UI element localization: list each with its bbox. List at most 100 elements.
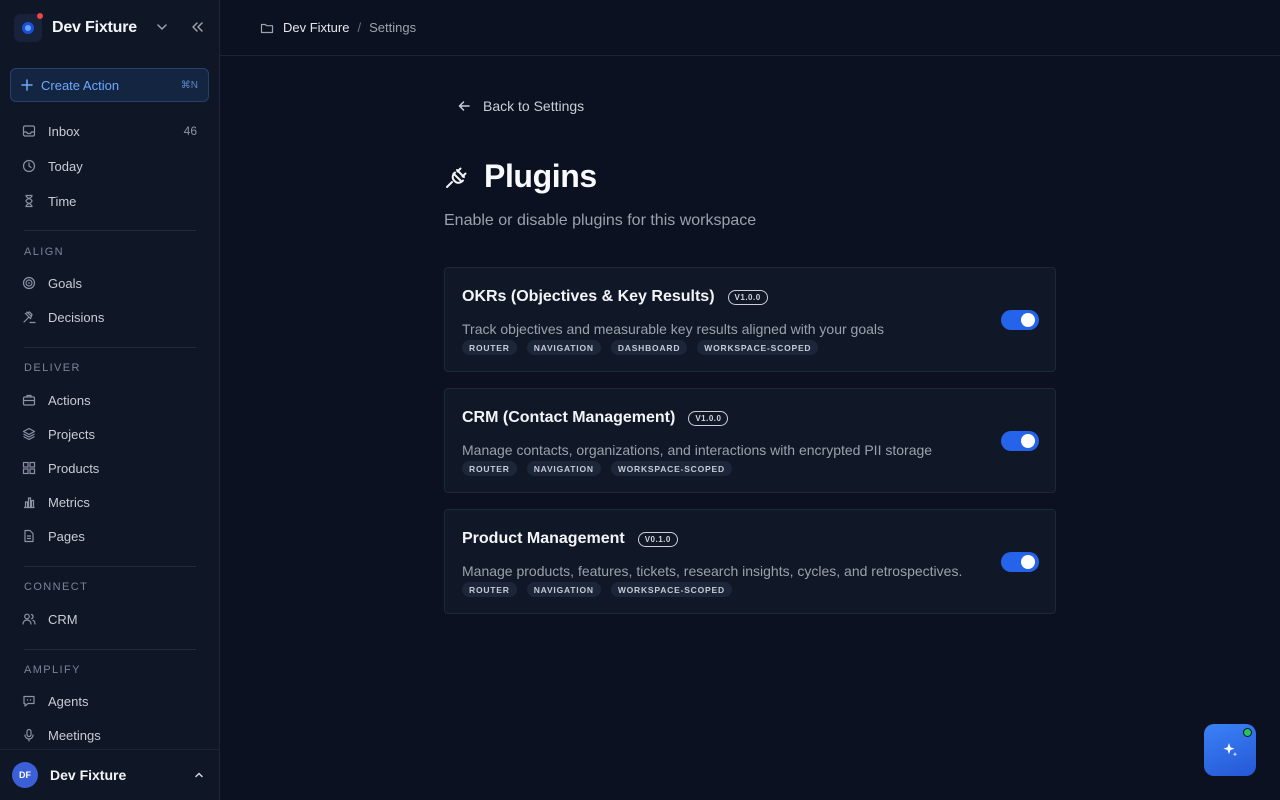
- workspace-name: Dev Fixture: [52, 18, 137, 36]
- section-label-align: ALIGN: [24, 246, 65, 258]
- sidebar-item-goals[interactable]: Goals: [10, 268, 209, 298]
- plugin-enable-toggle[interactable]: [1001, 552, 1039, 572]
- sidebar-item-label: Meetings: [48, 727, 101, 743]
- workspace-logo-icon: [14, 12, 43, 42]
- sidebar-item-today[interactable]: Today: [10, 151, 209, 181]
- sidebar-item-crm[interactable]: CRM: [10, 604, 209, 634]
- sidebar-item-label: Time: [48, 193, 77, 209]
- tag: ROUTER: [462, 340, 517, 355]
- tag: NAVIGATION: [526, 582, 601, 597]
- back-link-label: Back to Settings: [483, 98, 585, 114]
- plugin-enable-toggle[interactable]: [1001, 431, 1039, 451]
- notification-dot: [37, 12, 43, 19]
- workspace-switcher[interactable]: Dev Fixture: [0, 0, 219, 55]
- hourglass-icon: [22, 194, 36, 208]
- sidebar-divider: [24, 230, 196, 231]
- layers-icon: [22, 427, 36, 441]
- folder-icon: [260, 21, 274, 35]
- sidebar-item-agents[interactable]: Agents: [10, 686, 209, 716]
- arrow-left-icon: [457, 99, 483, 113]
- sidebar-item-meetings[interactable]: Meetings: [10, 720, 209, 750]
- inbox-count-badge: 46: [183, 124, 197, 138]
- ai-assistant-button[interactable]: [1204, 724, 1256, 776]
- page-header: Plugins: [444, 158, 597, 195]
- plugin-description: Track objectives and measurable key resu…: [462, 321, 885, 337]
- section-label-amplify: AMPLIFY: [24, 664, 81, 676]
- sidebar-item-label: Metrics: [48, 494, 90, 510]
- user-menu[interactable]: DF Dev Fixture: [0, 749, 219, 800]
- sidebar-item-label: Agents: [48, 693, 89, 709]
- sidebar-item-inbox[interactable]: Inbox 46: [10, 116, 209, 146]
- plugin-tags: ROUTER NAVIGATION WORKSPACE-SCOPED: [462, 582, 742, 597]
- toggle-knob: [1021, 434, 1035, 448]
- section-label-connect: CONNECT: [24, 581, 89, 593]
- breadcrumb-root[interactable]: Dev Fixture: [283, 20, 349, 35]
- toggle-knob: [1021, 555, 1035, 569]
- sidebar-item-products[interactable]: Products: [10, 453, 209, 483]
- page-title: Plugins: [484, 158, 597, 194]
- sidebar-item-actions[interactable]: Actions: [10, 385, 209, 415]
- plugin-description: Manage products, features, tickets, rese…: [462, 563, 963, 579]
- gavel-icon: [22, 310, 36, 324]
- bar-chart-icon: [22, 495, 36, 509]
- chevron-down-icon[interactable]: [155, 20, 169, 34]
- tag: WORKSPACE-SCOPED: [610, 582, 732, 597]
- plugin-card-okrs: OKRs (Objectives & Key Results) V1.0.0 T…: [444, 267, 1056, 372]
- section-label-deliver: DELIVER: [24, 362, 81, 374]
- sidebar-item-projects[interactable]: Projects: [10, 419, 209, 449]
- sidebar-item-decisions[interactable]: Decisions: [10, 302, 209, 332]
- tag: ROUTER: [462, 582, 517, 597]
- version-badge: V1.0.0: [727, 289, 768, 305]
- users-icon: [22, 612, 36, 626]
- sidebar-item-label: Inbox: [48, 123, 80, 139]
- version-badge: V0.1.0: [637, 531, 678, 547]
- plugin-card-product-management: Product Management V0.1.0 Manage product…: [444, 509, 1056, 614]
- microphone-icon: [22, 728, 36, 742]
- sidebar-item-label: Projects: [48, 426, 95, 442]
- version-badge: V1.0.0: [688, 410, 729, 426]
- tag: WORKSPACE-SCOPED: [697, 340, 819, 355]
- plus-icon: [21, 79, 33, 91]
- plugin-card-crm: CRM (Contact Management) V1.0.0 Manage c…: [444, 388, 1056, 493]
- create-action-label: Create Action: [41, 77, 120, 93]
- toggle-knob: [1021, 313, 1035, 327]
- sidebar-item-metrics[interactable]: Metrics: [10, 487, 209, 517]
- create-action-button[interactable]: Create Action ⌘N: [10, 68, 209, 102]
- plugin-name: CRM (Contact Management): [462, 409, 676, 426]
- briefcase-icon: [22, 393, 36, 407]
- chevron-up-icon[interactable]: [193, 769, 205, 781]
- tag: ROUTER: [462, 461, 517, 476]
- sparkle-icon: [1220, 740, 1240, 760]
- tag: NAVIGATION: [526, 340, 601, 355]
- keyboard-shortcut: ⌘N: [180, 79, 198, 91]
- plugin-name: OKRs (Objectives & Key Results): [462, 288, 715, 305]
- sidebar-item-label: Actions: [48, 392, 91, 408]
- sidebar-item-label: Goals: [48, 275, 82, 291]
- sidebar-item-time[interactable]: Time: [10, 186, 209, 216]
- sidebar-divider: [24, 566, 196, 567]
- breadcrumb: Dev Fixture / Settings: [220, 0, 1280, 56]
- target-icon: [22, 276, 36, 290]
- plugin-enable-toggle[interactable]: [1001, 310, 1039, 330]
- tag: WORKSPACE-SCOPED: [610, 461, 732, 476]
- user-name: Dev Fixture: [50, 767, 127, 783]
- plugin-tags: ROUTER NAVIGATION DASHBOARD WORKSPACE-SC…: [462, 340, 828, 355]
- online-status-dot: [1243, 728, 1252, 737]
- sidebar-item-label: Pages: [48, 528, 85, 544]
- plugin-tags: ROUTER NAVIGATION WORKSPACE-SCOPED: [462, 461, 742, 476]
- clock-icon: [22, 159, 36, 173]
- inbox-icon: [22, 124, 36, 138]
- sidebar-divider: [24, 347, 196, 348]
- sidebar-item-pages[interactable]: Pages: [10, 521, 209, 551]
- sidebar-item-label: Decisions: [48, 309, 105, 325]
- chat-bot-icon: [22, 694, 36, 708]
- back-to-settings-link[interactable]: Back to Settings: [457, 96, 584, 116]
- plugin-name: Product Management: [462, 530, 625, 547]
- sidebar: Dev Fixture Create Action ⌘N Inbox 46 To…: [0, 0, 220, 800]
- breadcrumb-current[interactable]: Settings: [369, 20, 416, 35]
- sidebar-item-label: Products: [48, 460, 100, 476]
- breadcrumb-separator: /: [357, 20, 362, 35]
- sidebar-item-label: CRM: [48, 611, 78, 627]
- tag: DASHBOARD: [610, 340, 688, 355]
- collapse-sidebar-icon[interactable]: [189, 19, 205, 35]
